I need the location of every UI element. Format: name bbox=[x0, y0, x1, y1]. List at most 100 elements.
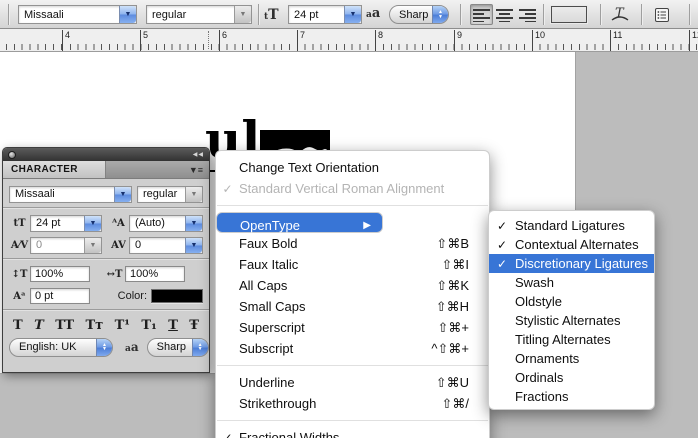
submenu-item-label: Swash bbox=[515, 275, 643, 290]
faux-italic-button[interactable]: T bbox=[34, 318, 44, 333]
vertical-scale-field[interactable]: 100% bbox=[30, 266, 90, 282]
underline-button[interactable]: T bbox=[168, 318, 178, 333]
panel-font-size-select[interactable]: 24 pt ▼ bbox=[30, 215, 102, 232]
menu-item-label: Strikethrough bbox=[239, 396, 427, 411]
font-style-select[interactable]: regular ▼ bbox=[146, 5, 252, 24]
anti-alias-select[interactable]: Sharp ▲▼ bbox=[389, 5, 449, 24]
anti-alias-icon: aa bbox=[366, 6, 380, 21]
panel-font-style-value: regular bbox=[138, 188, 185, 200]
baseline-shift-icon: Aᵃ bbox=[9, 291, 30, 302]
strikethrough-button[interactable]: Ŧ bbox=[189, 318, 199, 333]
font-style-value: regular bbox=[147, 9, 234, 21]
panel-flyout-menu-icon[interactable]: ▼≡ bbox=[189, 161, 209, 178]
baseline-shift-field[interactable]: 0 pt bbox=[30, 288, 90, 304]
anti-alias-icon: aa bbox=[125, 340, 139, 354]
font-size-select[interactable]: 24 pt ▼ bbox=[288, 5, 362, 24]
panel-font-family-select[interactable]: Missaali ▼ bbox=[9, 186, 132, 203]
language-value: English: UK bbox=[19, 341, 96, 353]
submenu-item[interactable]: ✓ Discretionary Ligatures bbox=[489, 254, 654, 273]
submenu-item-label: Titling Alternates bbox=[515, 332, 643, 347]
collapse-to-icons-icon[interactable]: ◀◀ bbox=[193, 151, 204, 158]
menu-item[interactable]: Strikethrough ⇧⌘/ bbox=[216, 393, 489, 414]
menu-item-label: Faux Bold bbox=[239, 236, 422, 251]
submenu-item-label: Stylistic Alternates bbox=[515, 313, 643, 328]
menu-item-shortcut: ^⇧⌘+ bbox=[431, 341, 469, 357]
horizontal-scale-field[interactable]: 100% bbox=[125, 266, 185, 282]
all-caps-button[interactable]: TT bbox=[55, 318, 74, 333]
menu-item[interactable]: Superscript ⇧⌘+ bbox=[216, 317, 489, 338]
kerning-value: 0 bbox=[31, 239, 84, 251]
menu-item-shortcut: ⇧⌘K bbox=[436, 278, 469, 294]
warp-text-button[interactable]: T bbox=[607, 4, 633, 25]
stepper-arrows-icon[interactable]: ▲▼ bbox=[192, 339, 208, 356]
menu-item bbox=[216, 359, 489, 372]
kerning-icon: A⁄V bbox=[9, 240, 30, 251]
submenu-item[interactable]: ✓ Contextual Alternates bbox=[489, 235, 654, 254]
checkmark-icon: ✓ bbox=[216, 431, 239, 438]
subscript-button[interactable]: T₁ bbox=[141, 318, 156, 333]
menu-item[interactable]: Faux Bold ⇧⌘B bbox=[216, 233, 489, 254]
submenu-item[interactable]: Titling Alternates bbox=[489, 330, 654, 349]
align-left-button[interactable] bbox=[470, 4, 493, 25]
menu-item[interactable]: Underline ⇧⌘U bbox=[216, 372, 489, 393]
options-bar: Missaali ▼ regular ▼ tT 24 pt ▼ aa Sharp… bbox=[0, 0, 698, 29]
submenu-item[interactable]: ✓ Standard Ligatures bbox=[489, 216, 654, 235]
submenu-item[interactable]: Oldstyle bbox=[489, 292, 654, 311]
menu-item: ✓ Standard Vertical Roman Alignment bbox=[216, 178, 489, 199]
menu-item[interactable]: ✓ Fractional Widths bbox=[216, 427, 489, 438]
toolbar-divider bbox=[8, 4, 9, 25]
align-right-button[interactable] bbox=[516, 4, 539, 25]
ruler-unit-label: 7 bbox=[297, 30, 305, 40]
panel-font-size-value: 24 pt bbox=[31, 217, 84, 229]
menu-item[interactable]: Change Text Orientation bbox=[216, 157, 489, 178]
stepper-arrows-icon[interactable]: ▲▼ bbox=[96, 339, 112, 356]
text-color-swatch[interactable] bbox=[551, 6, 587, 23]
submenu-arrow-icon: ▶ bbox=[362, 220, 371, 231]
dropdown-arrow-icon[interactable]: ▼ bbox=[185, 216, 202, 231]
submenu-item[interactable]: Swash bbox=[489, 273, 654, 292]
toolbar-divider bbox=[641, 4, 642, 25]
font-family-select[interactable]: Missaali ▼ bbox=[18, 5, 137, 24]
leading-icon: ᴬA bbox=[108, 218, 129, 229]
menu-item[interactable]: All Caps ⇧⌘K bbox=[216, 275, 489, 296]
menu-item[interactable]: OpenType ▶ bbox=[216, 212, 383, 233]
tracking-icon: AV bbox=[108, 240, 129, 251]
anti-alias-value: Sharp bbox=[399, 9, 432, 21]
scale-row: ↕T 100% ↔T 100% bbox=[9, 264, 203, 284]
menu-item[interactable]: Small Caps ⇧⌘H bbox=[216, 296, 489, 317]
leading-select[interactable]: (Auto) ▼ bbox=[129, 215, 203, 232]
panel-title-bar[interactable]: ◀◀ bbox=[3, 148, 209, 161]
menu-item[interactable]: Subscript ^⇧⌘+ bbox=[216, 338, 489, 359]
tracking-select[interactable]: 0 ▼ bbox=[129, 237, 203, 254]
text-color-swatch[interactable] bbox=[151, 289, 203, 303]
stepper-arrows-icon[interactable]: ▲▼ bbox=[432, 6, 448, 23]
panel-divider bbox=[3, 309, 209, 311]
dropdown-arrow-icon[interactable]: ▼ bbox=[84, 216, 101, 231]
toggle-panels-button[interactable] bbox=[649, 4, 675, 25]
tab-character[interactable]: CHARACTER bbox=[3, 161, 106, 178]
toolbar-divider bbox=[543, 4, 544, 25]
menu-item-label: Small Caps bbox=[239, 299, 422, 314]
faux-bold-button[interactable]: T bbox=[13, 318, 23, 333]
small-caps-button[interactable]: Tᴛ bbox=[85, 318, 103, 333]
language-select[interactable]: English: UK ▲▼ bbox=[9, 338, 113, 357]
panel-anti-alias-select[interactable]: Sharp ▲▼ bbox=[147, 338, 209, 357]
align-left-icon bbox=[473, 8, 490, 22]
warp-text-icon: T bbox=[609, 6, 631, 23]
superscript-button[interactable]: T¹ bbox=[115, 318, 130, 333]
align-center-button[interactable] bbox=[493, 4, 516, 25]
panel-font-style-select[interactable]: regular ▼ bbox=[137, 186, 203, 203]
dropdown-arrow-icon[interactable]: ▼ bbox=[344, 6, 361, 23]
submenu-item[interactable]: Ornaments bbox=[489, 349, 654, 368]
submenu-item[interactable]: Ordinals bbox=[489, 368, 654, 387]
dropdown-arrow-icon[interactable]: ▼ bbox=[119, 6, 136, 23]
panel-close-icon[interactable] bbox=[8, 151, 16, 159]
submenu-item-label: Contextual Alternates bbox=[515, 237, 643, 252]
submenu-item[interactable]: Stylistic Alternates bbox=[489, 311, 654, 330]
dropdown-arrow-icon[interactable]: ▼ bbox=[114, 187, 131, 202]
menu-item[interactable]: Faux Italic ⇧⌘I bbox=[216, 254, 489, 275]
submenu-item[interactable]: Fractions bbox=[489, 387, 654, 406]
menu-item-label: Faux Italic bbox=[239, 257, 427, 272]
dropdown-arrow-icon[interactable]: ▼ bbox=[185, 238, 202, 253]
menu-item-shortcut: ⇧⌘I bbox=[441, 257, 469, 273]
